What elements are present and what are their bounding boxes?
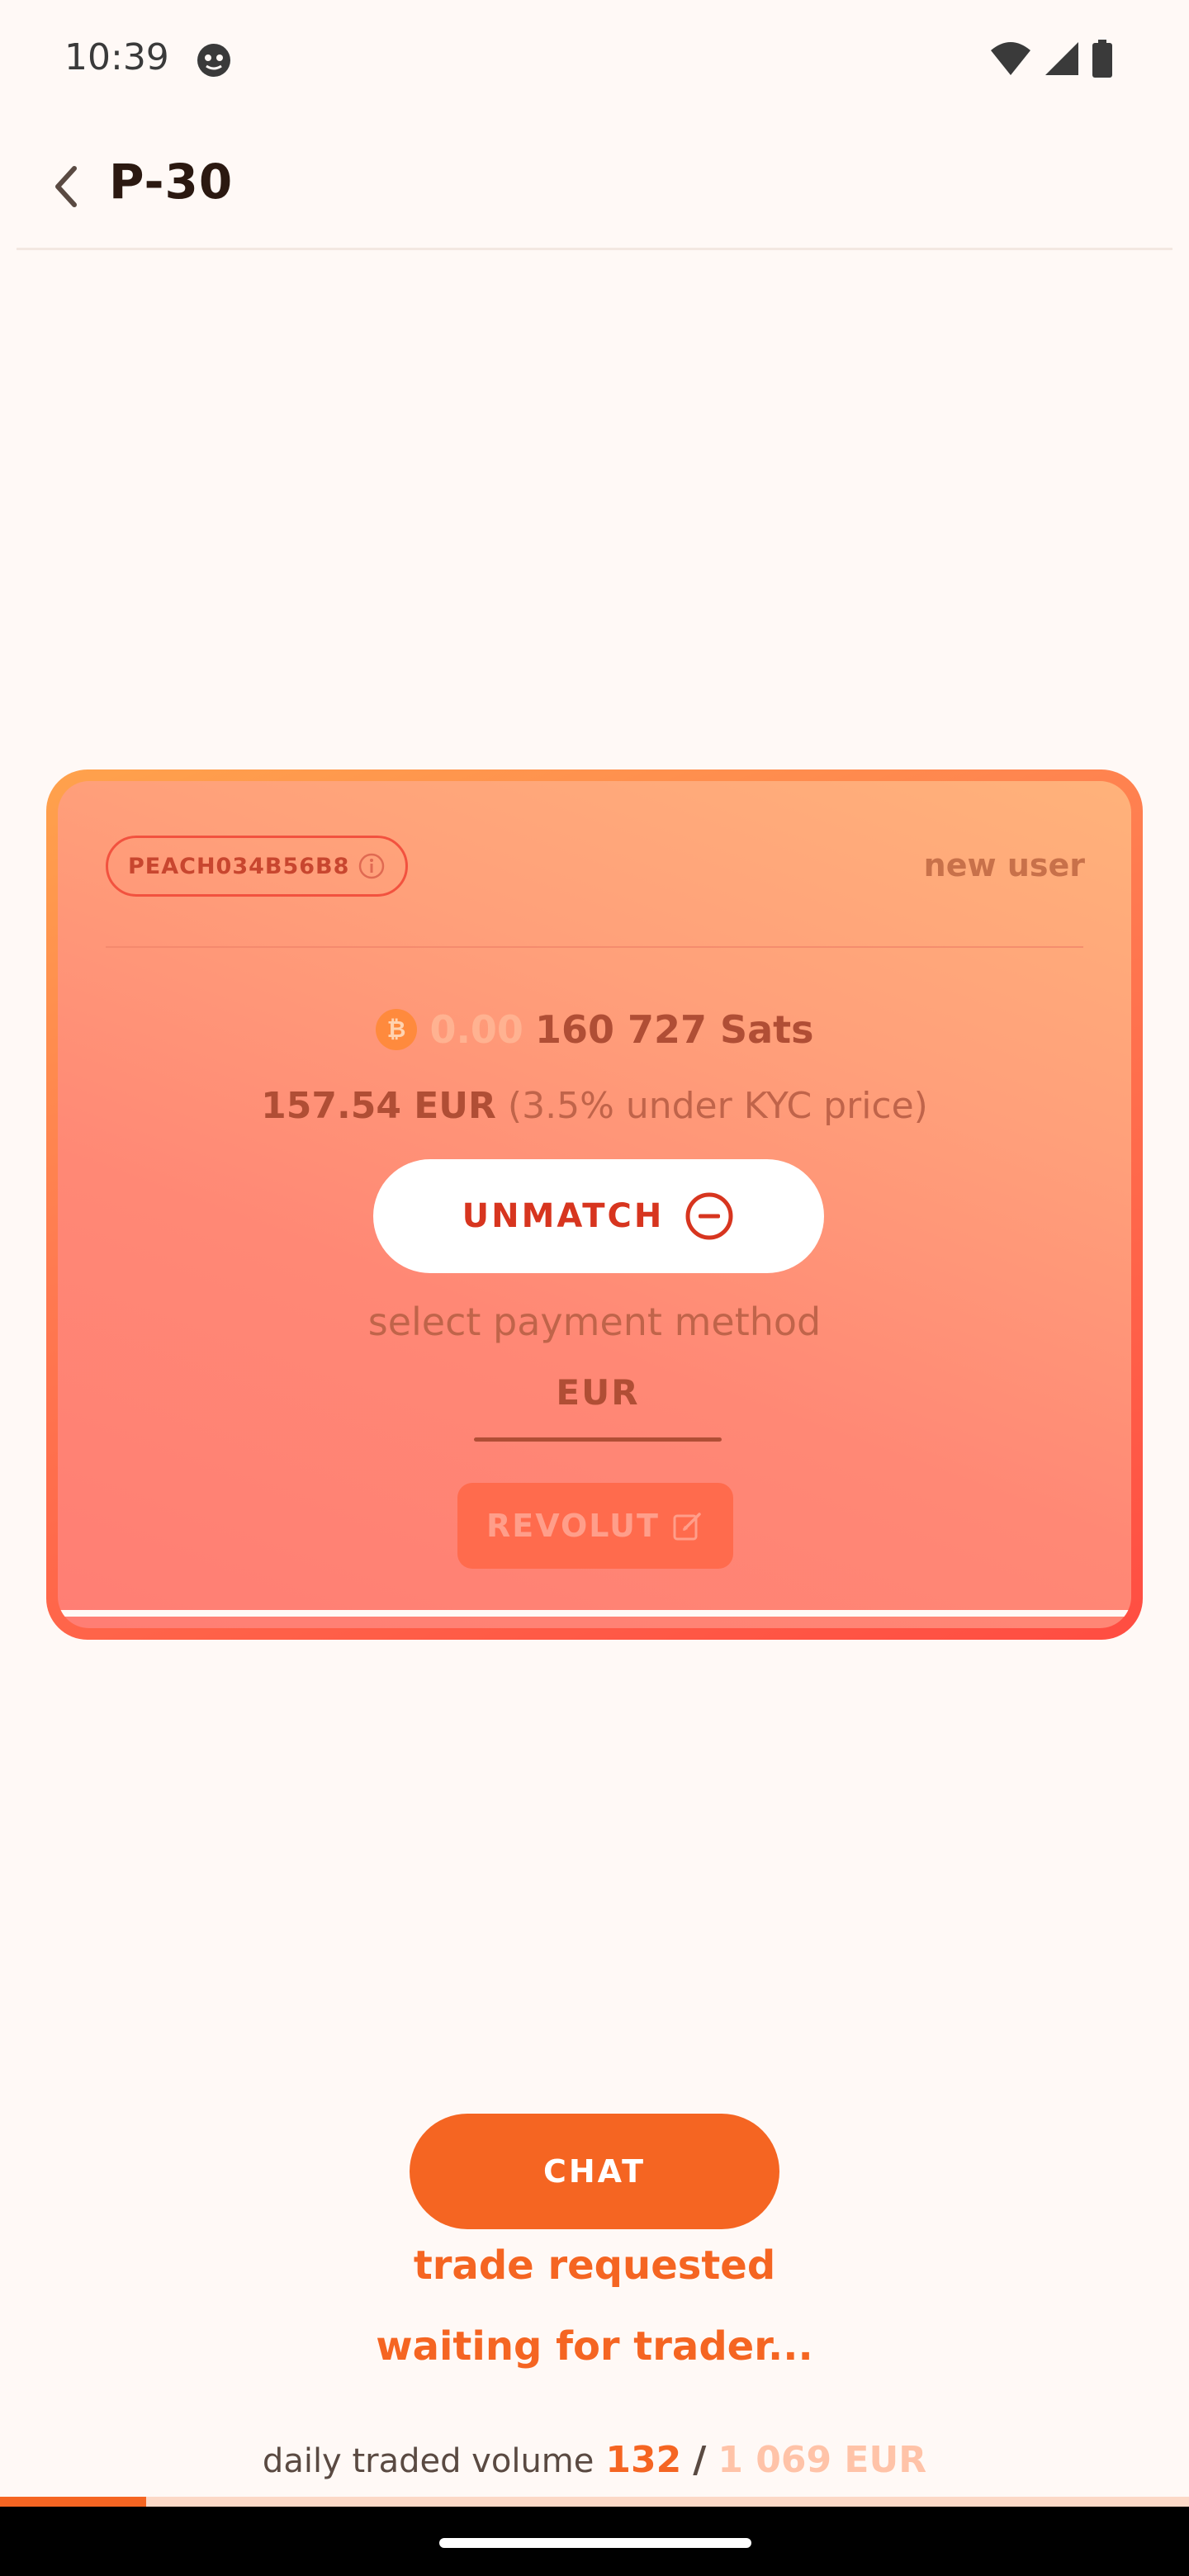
edit-icon	[673, 1513, 701, 1541]
header-divider	[17, 248, 1172, 250]
daily-volume-progress-fill	[0, 2497, 147, 2507]
wifi-icon	[991, 42, 1030, 75]
currency-tab-label: EUR	[556, 1372, 640, 1413]
unmatch-button[interactable]: UNMATCH	[373, 1159, 824, 1273]
amount-sats: 160 727 Sats	[534, 1007, 814, 1052]
user-status-badge: new user	[923, 847, 1085, 883]
match-card: PEACH034B56B8 new user ₿ 0.00 160 727 Sa…	[46, 769, 1143, 1640]
peach-id: PEACH034B56B8	[128, 853, 350, 879]
minus-circle-icon	[685, 1192, 733, 1240]
status-bar: 10:39	[0, 0, 1189, 124]
currency-tab-eur[interactable]: EUR	[474, 1372, 722, 1442]
select-payment-label: select payment method	[367, 1300, 822, 1344]
cell-signal-icon	[1045, 42, 1078, 75]
app-header: P-30	[0, 132, 1189, 250]
trade-status: trade requested	[413, 2242, 776, 2289]
card-divider	[106, 946, 1083, 948]
chevron-left-icon[interactable]	[46, 160, 86, 213]
battery-icon	[1092, 40, 1112, 78]
daily-volume-max: 1 069 EUR	[718, 2439, 927, 2481]
amount-leading-zeros: 0.00	[429, 1007, 523, 1052]
chat-label: CHAT	[542, 2153, 647, 2190]
status-time: 10:39	[64, 36, 169, 78]
home-gesture-handle[interactable]	[439, 2538, 751, 2548]
system-nav-bar	[0, 2507, 1189, 2576]
daily-volume-current: 132	[605, 2439, 682, 2481]
daily-volume-label: daily traded volume	[262, 2442, 594, 2480]
daily-volume: daily traded volume 132 / 1 069 EUR	[0, 2439, 1189, 2481]
bitcoin-icon: ₿	[376, 1009, 418, 1050]
status-icons	[989, 40, 1113, 78]
payment-method-label: REVOLUT	[486, 1508, 660, 1544]
svg-text:₿: ₿	[387, 1016, 406, 1043]
payment-method-revolut[interactable]: REVOLUT	[457, 1483, 733, 1569]
daily-volume-progress	[0, 2497, 1189, 2507]
page-title: P-30	[109, 154, 234, 210]
info-icon	[359, 853, 385, 879]
chat-button[interactable]: CHAT	[410, 2114, 779, 2229]
currency-tab-underline	[474, 1437, 722, 1442]
daily-volume-separator: /	[693, 2439, 707, 2481]
trade-waiting-message: waiting for trader...	[376, 2323, 813, 2370]
unmatch-label: UNMATCH	[462, 1197, 665, 1235]
price-eur: 157.54 EUR	[261, 1085, 496, 1127]
card-bottom-line	[58, 1610, 1131, 1617]
peach-id-chip[interactable]: PEACH034B56B8	[106, 836, 408, 897]
price-premium-note: (3.5% under KYC price)	[507, 1085, 928, 1127]
price-row: 157.54 EUR (3.5% under KYC price)	[58, 1085, 1131, 1127]
amount-row: ₿ 0.00 160 727 Sats	[58, 1007, 1131, 1052]
app-notification-icon	[197, 44, 230, 77]
match-card-body: PEACH034B56B8 new user ₿ 0.00 160 727 Sa…	[58, 781, 1131, 1628]
